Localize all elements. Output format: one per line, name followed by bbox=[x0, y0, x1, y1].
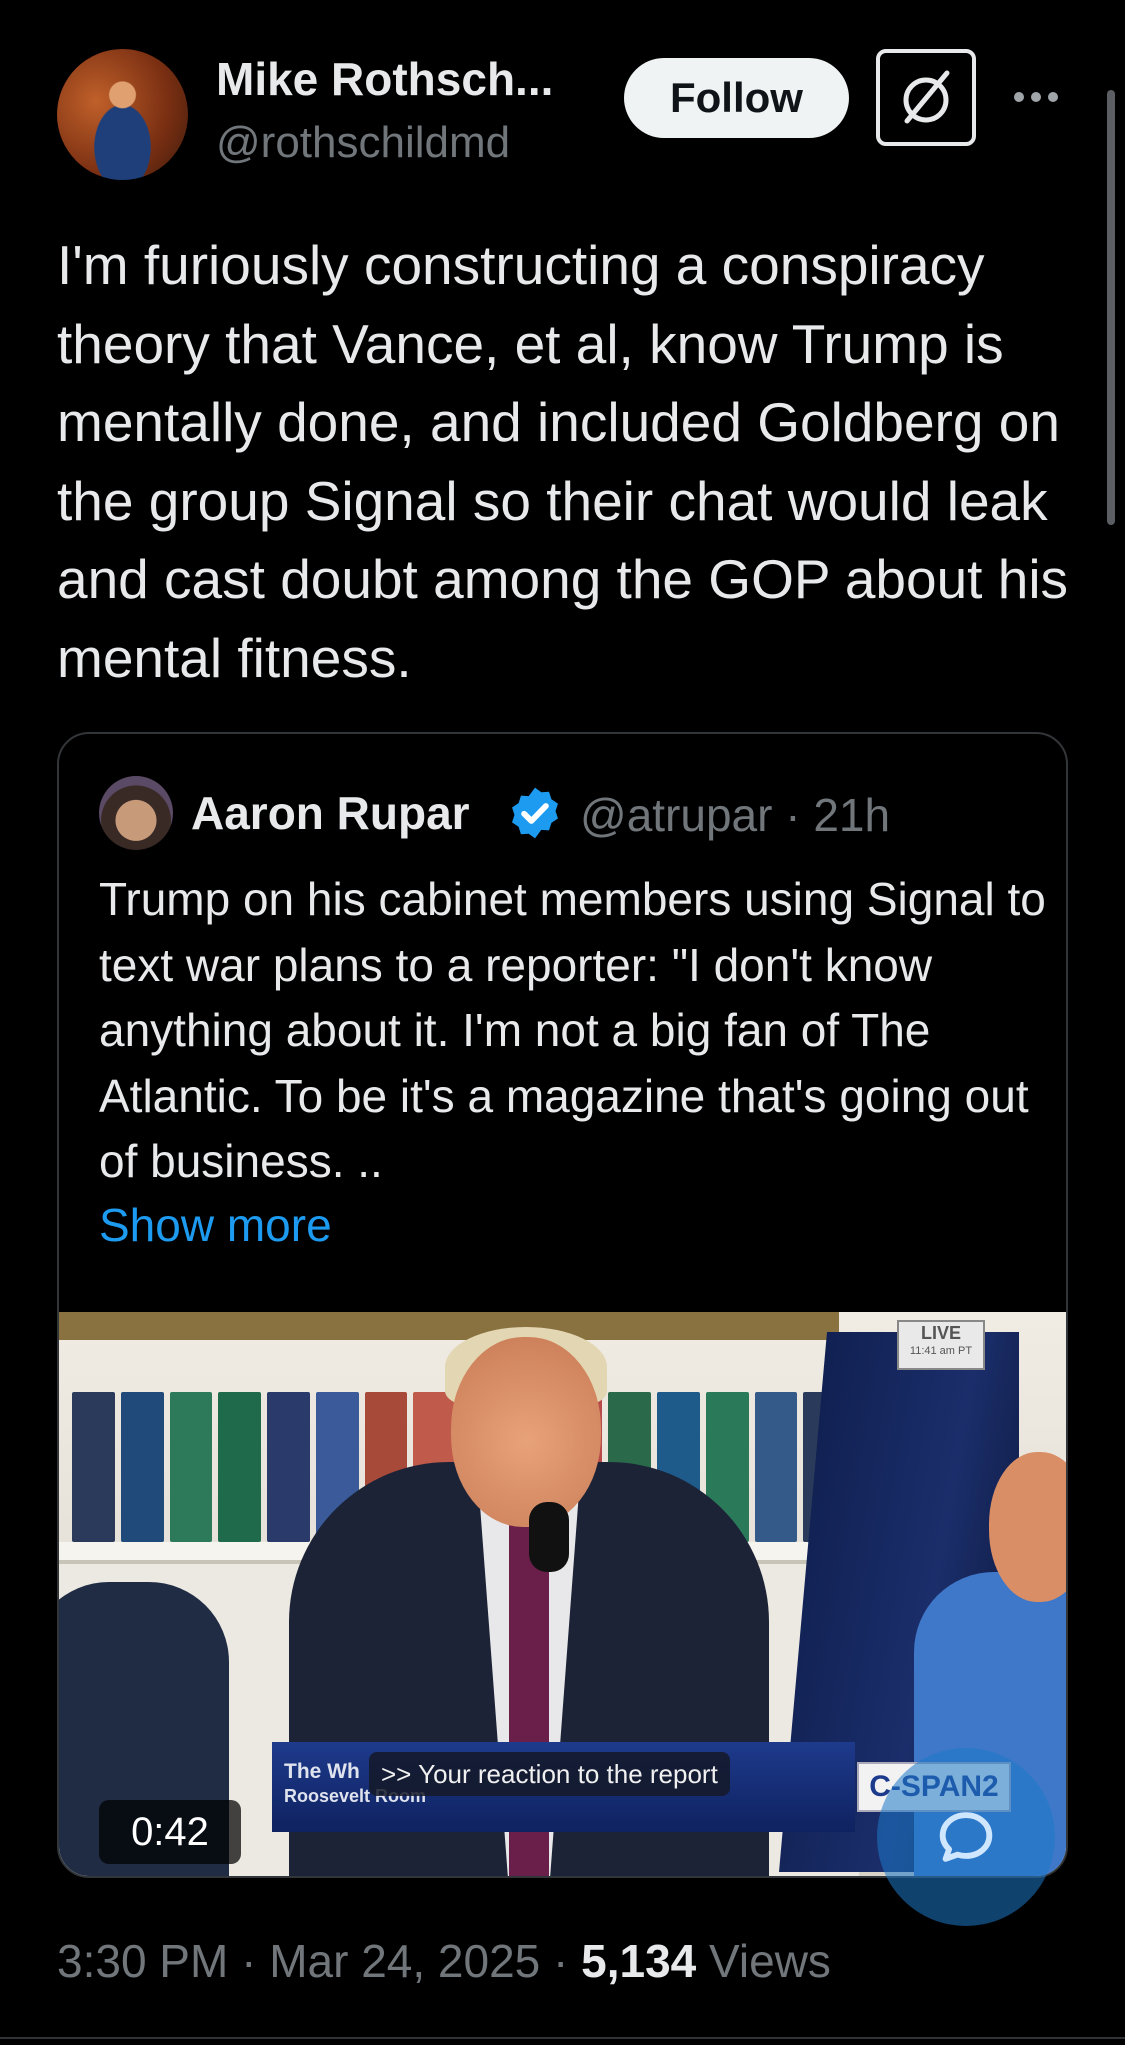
quoted-handle-time: @atrupar · 21h bbox=[580, 789, 891, 841]
views-label: Views bbox=[696, 1935, 831, 1987]
scrollbar[interactable] bbox=[1107, 90, 1115, 525]
follow-button[interactable]: Follow bbox=[624, 58, 849, 138]
quoted-author-name[interactable]: Aaron Rupar bbox=[191, 786, 470, 840]
author-avatar[interactable] bbox=[57, 49, 188, 180]
grok-icon bbox=[903, 70, 950, 123]
live-badge: LIVE 11:41 am PT bbox=[897, 1320, 985, 1370]
lower-third-line1: The Wh bbox=[284, 1760, 360, 1783]
divider bbox=[0, 2037, 1125, 2039]
tweet-meta: 3:30 PM · Mar 24, 2025 · 5,134 Views bbox=[57, 1934, 831, 1988]
verified-badge-icon bbox=[512, 787, 558, 839]
reply-fab-button[interactable] bbox=[877, 1748, 1055, 1926]
views-count: 5,134 bbox=[581, 1935, 697, 1987]
tweet-text: I'm furiously constructing a conspiracy … bbox=[57, 234, 1069, 689]
author-handle[interactable]: @rothschildmd bbox=[216, 118, 510, 168]
quoted-tweet[interactable]: Aaron Rupar @atrupar · 21h Trump on his … bbox=[57, 732, 1068, 1878]
tweet-timestamp[interactable]: 3:30 PM · Mar 24, 2025 · bbox=[57, 1935, 581, 1987]
show-more-link[interactable]: Show more bbox=[99, 1198, 332, 1252]
more-options-icon[interactable] bbox=[1008, 72, 1064, 122]
video-duration: 0:42 bbox=[99, 1800, 241, 1864]
live-label: LIVE bbox=[920, 1323, 961, 1343]
author-name[interactable]: Mike Rothsch... bbox=[216, 52, 553, 106]
grok-button[interactable] bbox=[876, 49, 976, 146]
tweet-header: Mike Rothsch... @rothschildmd Follow bbox=[0, 0, 1125, 200]
quoted-author-avatar[interactable] bbox=[99, 776, 173, 850]
quoted-text: Trump on his cabinet members using Signa… bbox=[99, 873, 1046, 1187]
live-time: 11:41 am PT bbox=[909, 1345, 973, 1357]
reply-bubble-icon bbox=[939, 1812, 993, 1862]
video-caption: >> Your reaction to the report bbox=[369, 1752, 730, 1796]
